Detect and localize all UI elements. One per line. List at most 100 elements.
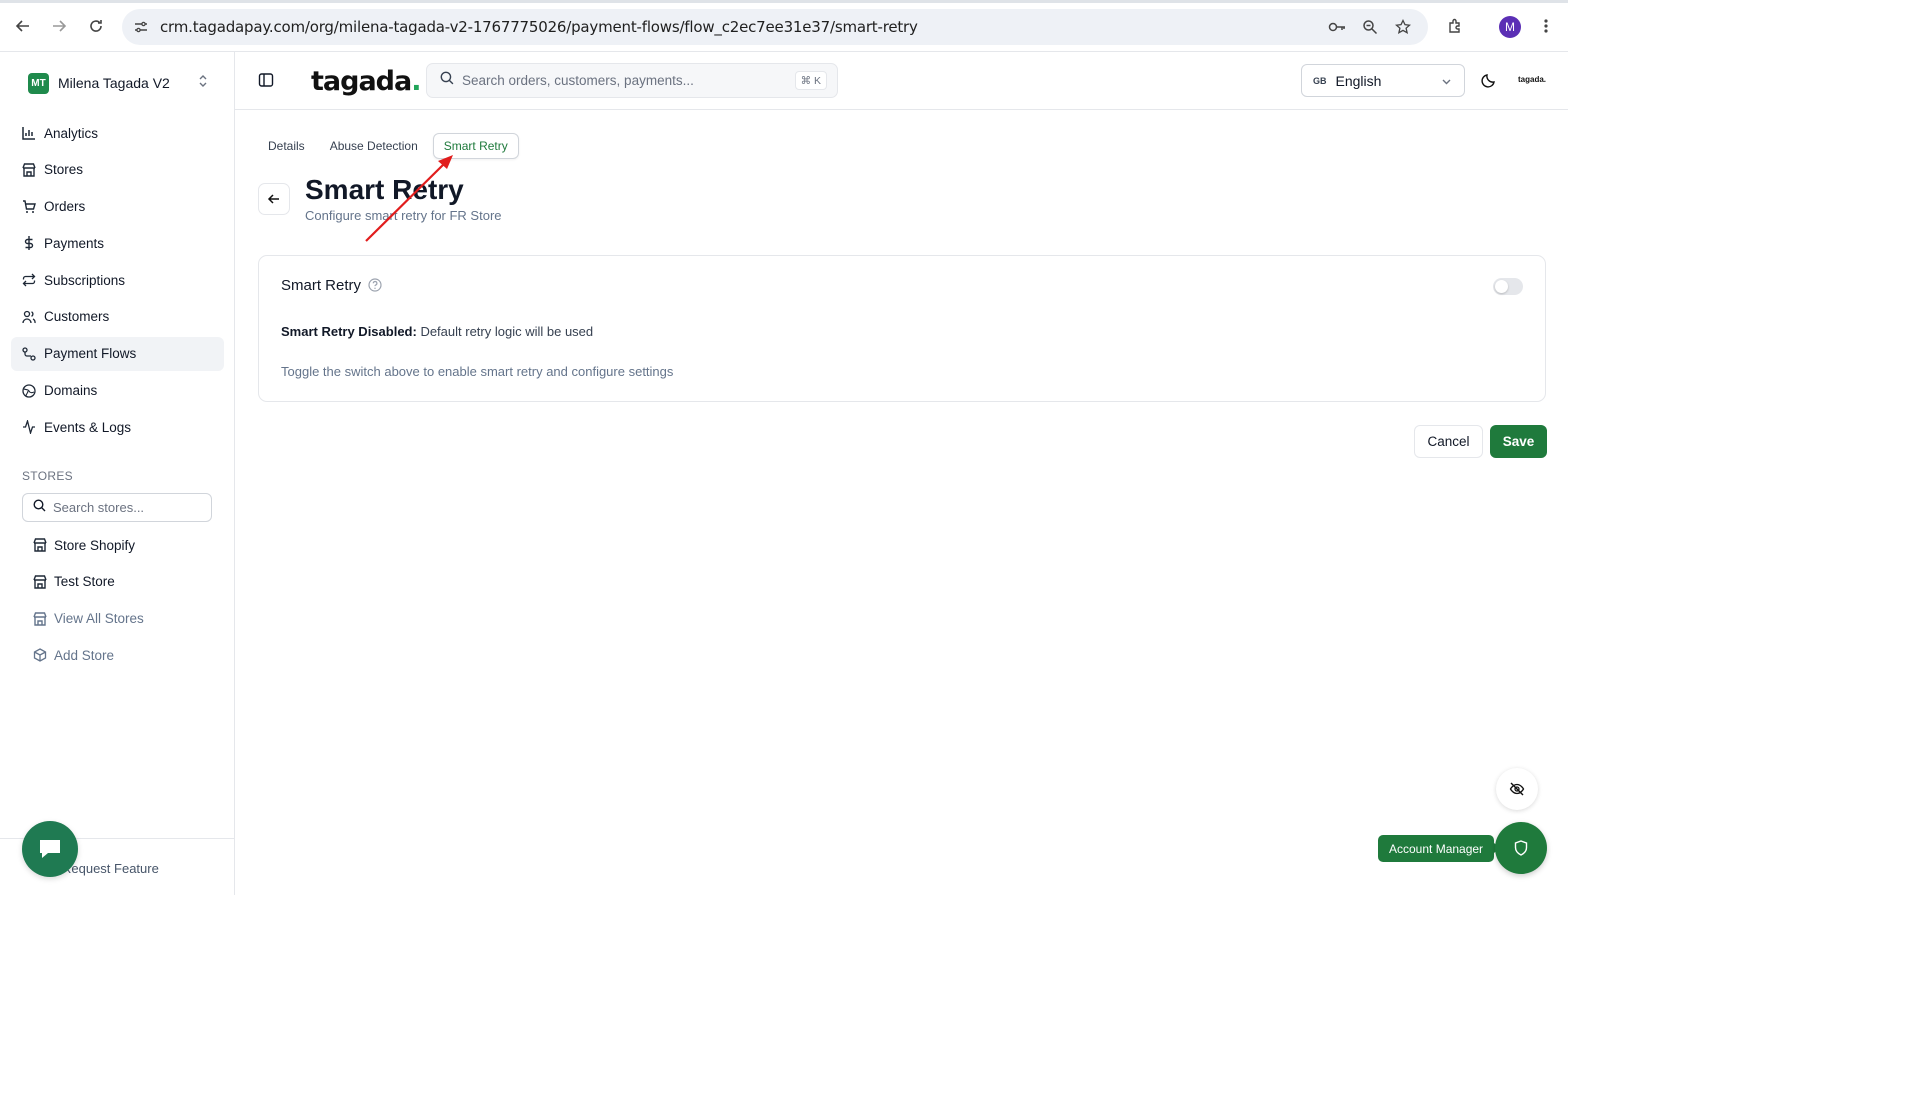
org-switcher[interactable]: MT Milena Tagada V2 bbox=[28, 72, 218, 94]
browser-chrome: crm.tagadapay.com/org/milena-tagada-v2-1… bbox=[0, 0, 1568, 52]
account-manager-label: Account Manager bbox=[1378, 835, 1501, 862]
sidebar-toggle-icon[interactable] bbox=[258, 72, 274, 88]
activity-icon bbox=[22, 420, 36, 435]
status-label: Smart Retry Disabled: bbox=[281, 324, 417, 339]
sidebar-item-label: Subscriptions bbox=[44, 272, 126, 288]
address-bar[interactable]: crm.tagadapay.com/org/milena-tagada-v2-1… bbox=[122, 9, 1428, 45]
status-text: Default retry logic will be used bbox=[416, 324, 594, 339]
request-feature-link[interactable]: Request Feature bbox=[62, 861, 159, 876]
users-icon bbox=[22, 310, 36, 324]
store-list: Store Shopify Test Store View All Stores… bbox=[22, 528, 212, 675]
back-arrow-icon[interactable] bbox=[11, 14, 35, 38]
sidebar-item-customers[interactable]: Customers bbox=[11, 300, 224, 334]
store-item-test[interactable]: Test Store bbox=[22, 565, 212, 599]
sidebar-item-label: Customers bbox=[44, 309, 110, 325]
save-button[interactable]: Save bbox=[1490, 425, 1547, 458]
hide-widget-button[interactable] bbox=[1496, 768, 1538, 810]
sidebar-item-label: Stores bbox=[44, 162, 84, 178]
logo-dot: . bbox=[411, 66, 421, 97]
shield-icon bbox=[1514, 840, 1528, 856]
zoom-icon[interactable] bbox=[1360, 17, 1380, 37]
store-icon bbox=[22, 163, 36, 177]
chat-icon bbox=[40, 840, 60, 858]
cancel-button[interactable]: Cancel bbox=[1414, 425, 1483, 458]
url-text[interactable]: crm.tagadapay.com/org/milena-tagada-v2-1… bbox=[160, 18, 918, 36]
sidebar-item-label: Orders bbox=[44, 199, 86, 215]
profile-avatar[interactable]: M bbox=[1499, 16, 1521, 38]
main-nav: Analytics Stores Orders Payments Subscri… bbox=[11, 116, 224, 447]
sidebar: MT Milena Tagada V2 Analytics Stores Ord… bbox=[0, 52, 235, 895]
view-all-stores-link[interactable]: View All Stores bbox=[22, 602, 212, 636]
store-item-shopify[interactable]: Store Shopify bbox=[22, 528, 212, 562]
account-logo[interactable]: tagada. bbox=[1518, 75, 1546, 84]
search-icon bbox=[33, 498, 46, 517]
smart-retry-toggle[interactable] bbox=[1493, 278, 1523, 295]
cart-icon bbox=[22, 199, 36, 214]
globe-icon bbox=[22, 383, 36, 398]
org-avatar: MT bbox=[28, 72, 49, 94]
chevron-down-icon bbox=[1441, 74, 1452, 92]
tab-strip bbox=[0, 0, 1568, 3]
sidebar-item-analytics[interactable]: Analytics bbox=[11, 116, 224, 150]
logo-text: tagada bbox=[311, 66, 412, 97]
sidebar-item-payment-flows[interactable]: Payment Flows bbox=[11, 336, 224, 371]
back-button[interactable] bbox=[258, 183, 290, 215]
extensions-icon[interactable] bbox=[1443, 14, 1467, 38]
status-line: Smart Retry Disabled: Default retry logi… bbox=[281, 324, 593, 339]
smart-retry-card: Smart Retry Smart Retry Disabled: Defaul… bbox=[258, 255, 1546, 402]
store-search-placeholder: Search stores... bbox=[53, 500, 145, 515]
search-icon bbox=[440, 71, 454, 90]
eye-off-icon bbox=[1509, 782, 1525, 796]
store-item-label: View All Stores bbox=[54, 611, 144, 627]
store-icon bbox=[33, 538, 47, 552]
bookmark-star-icon[interactable] bbox=[1393, 17, 1413, 37]
arrow-left-icon bbox=[267, 194, 279, 204]
package-icon bbox=[33, 648, 47, 663]
store-icon bbox=[33, 611, 47, 626]
toggle-knob bbox=[1495, 280, 1508, 293]
store-search-input[interactable]: Search stores... bbox=[22, 493, 212, 522]
sidebar-item-events-logs[interactable]: Events & Logs bbox=[11, 410, 224, 444]
help-circle-icon[interactable] bbox=[368, 278, 382, 292]
add-store-link[interactable]: Add Store bbox=[22, 638, 212, 672]
account-manager-button[interactable] bbox=[1495, 822, 1547, 874]
sidebar-item-orders[interactable]: Orders bbox=[11, 190, 224, 224]
key-icon[interactable] bbox=[1327, 17, 1347, 37]
page-subtitle: Configure smart retry for FR Store bbox=[305, 208, 502, 223]
store-item-label: Store Shopify bbox=[54, 537, 136, 553]
card-title: Smart Retry bbox=[281, 277, 362, 294]
org-name: Milena Tagada V2 bbox=[58, 75, 170, 91]
reload-icon[interactable] bbox=[84, 14, 108, 38]
flow-tabs: Details Abuse Detection Smart Retry bbox=[258, 133, 524, 159]
brand-logo[interactable]: tagada. bbox=[311, 66, 422, 97]
tab-abuse-detection[interactable]: Abuse Detection bbox=[320, 133, 428, 159]
tab-smart-retry[interactable]: Smart Retry bbox=[432, 133, 519, 159]
page-title: Smart Retry bbox=[305, 174, 464, 205]
chart-icon bbox=[22, 126, 36, 140]
sidebar-item-stores[interactable]: Stores bbox=[11, 153, 224, 187]
theme-toggle-moon-icon[interactable] bbox=[1481, 72, 1497, 88]
stores-section-label: STORES bbox=[22, 469, 73, 483]
sidebar-item-label: Payments bbox=[44, 235, 105, 251]
app-header: tagada. Search orders, customers, paymen… bbox=[235, 52, 1568, 110]
tab-details[interactable]: Details bbox=[258, 133, 315, 159]
forward-arrow-icon[interactable] bbox=[47, 14, 71, 38]
search-shortcut-badge: ⌘ K bbox=[794, 71, 827, 90]
store-item-label: Test Store bbox=[54, 574, 115, 590]
sidebar-item-payments[interactable]: Payments bbox=[11, 226, 224, 260]
language-select[interactable]: GB English bbox=[1301, 64, 1465, 97]
dollar-icon bbox=[22, 236, 36, 251]
store-icon bbox=[33, 575, 47, 589]
repeat-icon bbox=[22, 273, 36, 287]
sidebar-item-label: Payment Flows bbox=[44, 346, 137, 362]
hint-text: Toggle the switch above to enable smart … bbox=[281, 364, 674, 379]
sidebar-item-subscriptions[interactable]: Subscriptions bbox=[11, 263, 224, 297]
flag-icon: GB bbox=[1313, 75, 1327, 86]
language-value: English bbox=[1335, 72, 1382, 89]
browser-menu-icon[interactable] bbox=[1534, 14, 1558, 38]
chat-widget-button[interactable] bbox=[22, 821, 78, 877]
flow-icon bbox=[22, 347, 36, 361]
sidebar-item-domains[interactable]: Domains bbox=[11, 374, 224, 408]
global-search-input[interactable]: Search orders, customers, payments... ⌘ … bbox=[426, 63, 838, 98]
site-info-icon[interactable] bbox=[131, 17, 151, 37]
